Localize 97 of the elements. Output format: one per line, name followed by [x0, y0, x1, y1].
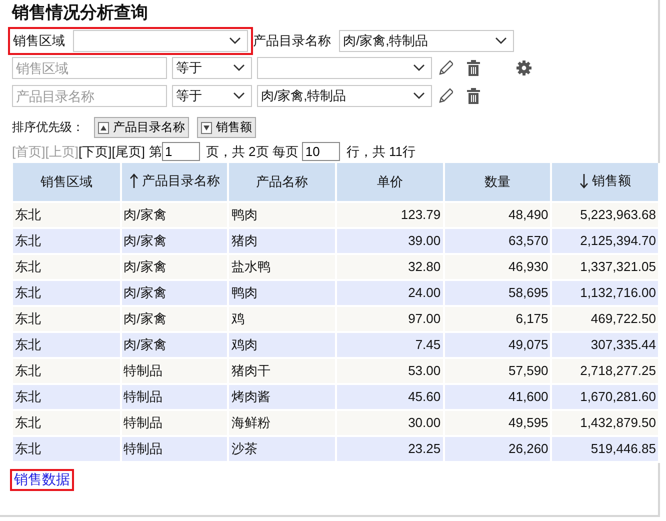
- table-cell: 东北: [13, 202, 121, 228]
- table-cell: 肉/家禽: [120, 228, 228, 254]
- input-field[interactable]: 产品目录名称: [12, 85, 167, 107]
- table-cell: 307,335.44: [551, 332, 659, 358]
- column-header: 单价: [336, 163, 444, 202]
- table-cell: 盐水鸭: [228, 254, 336, 280]
- table-cell: 沙茶: [228, 436, 336, 462]
- column-header: 销售区域: [13, 163, 121, 202]
- page-title: 销售情况分析查询: [12, 3, 148, 23]
- table-cell: 东北: [13, 384, 121, 410]
- table-cell: 东北: [13, 254, 121, 280]
- pager-text: 页，共 2页 每页: [206, 142, 298, 160]
- dropdown[interactable]: 等于: [172, 85, 252, 107]
- table-cell: 肉/家禽: [120, 306, 228, 332]
- sort-button[interactable]: 销售额: [197, 117, 256, 138]
- table-cell: 2,718,277.25: [551, 358, 659, 384]
- input-field[interactable]: 销售区域: [12, 57, 167, 79]
- table-cell: 519,446.85: [551, 436, 659, 462]
- column-header: 销售额: [551, 163, 659, 202]
- table-cell: 鸡: [228, 306, 336, 332]
- table-cell: 东北: [13, 358, 121, 384]
- column-header: 数量: [444, 163, 552, 202]
- table-cell: 特制品: [120, 384, 228, 410]
- table-cell: 肉/家禽: [120, 332, 228, 358]
- table-cell: 猪肉: [228, 228, 336, 254]
- page-size-input[interactable]: 10: [302, 142, 340, 161]
- table-cell: 45.60: [336, 384, 444, 410]
- table-cell: 6,175: [444, 306, 552, 332]
- pager-text: 第: [148, 142, 162, 160]
- chevron-down-icon: [229, 37, 241, 45]
- chevron-down-icon: [233, 64, 245, 72]
- column-header: 产品目录名称: [120, 163, 228, 202]
- table-cell: 32.80: [336, 254, 444, 280]
- chevron-down-icon: [233, 92, 245, 100]
- report-link[interactable]: 销售数据: [14, 471, 70, 487]
- table-cell: 39.00: [336, 228, 444, 254]
- table-cell: 东北: [13, 306, 121, 332]
- table-cell: 23.25: [336, 436, 444, 462]
- dropdown[interactable]: 肉/家禽,特制品: [257, 85, 432, 107]
- table-cell: 7.45: [336, 332, 444, 358]
- pager-link[interactable]: [尾页]: [112, 142, 145, 160]
- pencil-icon[interactable]: [437, 87, 453, 105]
- table-cell: 1,670,281.60: [551, 384, 659, 410]
- table-cell: 5,223,963.68: [551, 202, 659, 228]
- table-cell: 30.00: [336, 410, 444, 436]
- table-cell: 2,125,394.70: [551, 228, 659, 254]
- table-cell: 鸭肉: [228, 280, 336, 306]
- table-cell: 烤肉酱: [228, 384, 336, 410]
- table-cell: 特制品: [120, 436, 228, 462]
- parameter-label: 产品目录名称: [253, 32, 331, 50]
- table-cell: 特制品: [120, 410, 228, 436]
- table-cell: 49,075: [444, 332, 552, 358]
- table-cell: 53.00: [336, 358, 444, 384]
- chevron-down-icon: [495, 37, 507, 45]
- table-cell: 东北: [13, 410, 121, 436]
- table-cell: 469,722.50: [551, 306, 659, 332]
- table-cell: 1,432,879.50: [551, 410, 659, 436]
- pager-text: 行，共 11行: [346, 142, 416, 160]
- chevron-down-icon: [413, 92, 425, 100]
- trash-icon[interactable]: [466, 88, 481, 104]
- table-cell: 26,260: [444, 436, 552, 462]
- table-cell: 48,490: [444, 202, 552, 228]
- table-cell: 49,595: [444, 410, 552, 436]
- table-cell: 鸭肉: [228, 202, 336, 228]
- table-cell: 41,600: [444, 384, 552, 410]
- table-cell: 东北: [13, 436, 121, 462]
- table-cell: 东北: [13, 280, 121, 306]
- trash-icon[interactable]: [466, 60, 481, 76]
- table-cell: 特制品: [120, 358, 228, 384]
- parameter-label: 销售区域: [13, 32, 65, 50]
- table-cell: 46,930: [444, 254, 552, 280]
- table-cell: 63,570: [444, 228, 552, 254]
- column-header: 产品名称: [228, 163, 336, 202]
- gear-icon[interactable]: [516, 60, 532, 76]
- chevron-down-icon: [413, 64, 425, 72]
- table-cell: 东北: [13, 332, 121, 358]
- pager-link[interactable]: [下页]: [78, 142, 112, 160]
- table-cell: 24.00: [336, 280, 444, 306]
- pencil-icon[interactable]: [437, 59, 453, 77]
- table-cell: 鸡肉: [228, 332, 336, 358]
- sort-label: 排序优先级：: [12, 119, 84, 136]
- table-cell: 1,132,716.00: [551, 280, 659, 306]
- table-cell: 1,337,321.05: [551, 254, 659, 280]
- table-cell: 东北: [13, 228, 121, 254]
- table-cell: 猪肉干: [228, 358, 336, 384]
- sort-button[interactable]: 产品目录名称: [94, 117, 189, 138]
- table-cell: 肉/家禽: [120, 280, 228, 306]
- table-cell: 肉/家禽: [120, 202, 228, 228]
- table-cell: 57,590: [444, 358, 552, 384]
- page-input[interactable]: 1: [162, 142, 200, 161]
- table-cell: 58,695: [444, 280, 552, 306]
- table-cell: 肉/家禽: [120, 254, 228, 280]
- dropdown[interactable]: 肉/家禽,特制品: [339, 30, 514, 52]
- dropdown[interactable]: 等于: [172, 57, 252, 79]
- table-cell: 97.00: [336, 306, 444, 332]
- table-cell: 海鲜粉: [228, 410, 336, 436]
- table-cell: 123.79: [336, 202, 444, 228]
